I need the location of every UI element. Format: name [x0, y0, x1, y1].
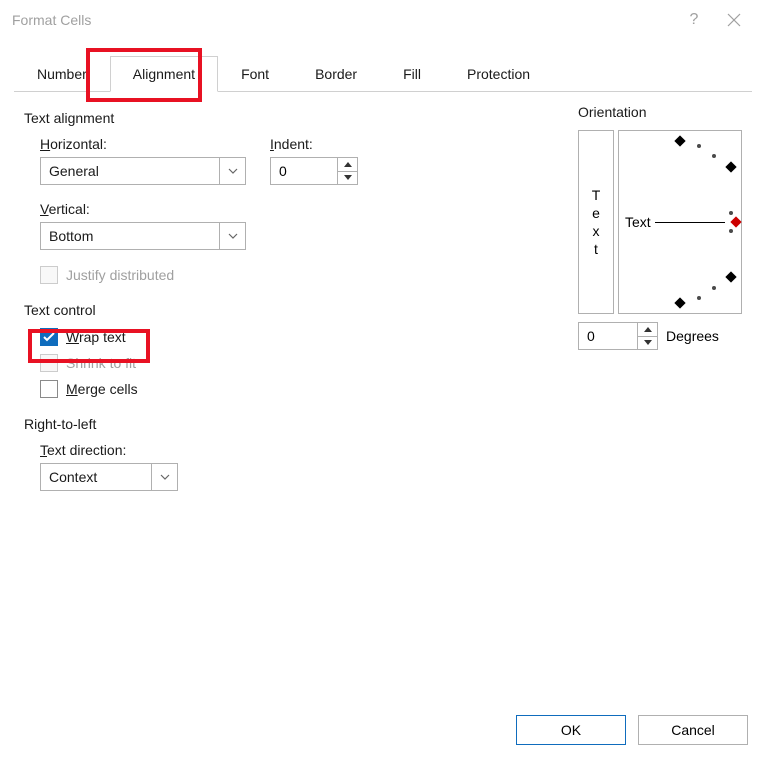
merge-label: Merge cells [66, 381, 138, 397]
vtext-char: t [594, 240, 598, 258]
dial-dot [729, 229, 733, 233]
vertical-text-button[interactable]: T e x t [578, 130, 614, 314]
diamond-icon [674, 297, 685, 308]
degrees-value: 0 [579, 323, 637, 349]
diamond-icon [725, 161, 736, 172]
spinner-buttons [337, 158, 357, 184]
ok-button[interactable]: OK [516, 715, 626, 745]
text-direction-value: Context [41, 469, 151, 485]
indent-spinner[interactable]: 0 [270, 157, 358, 185]
dial-dot [729, 211, 733, 215]
vertical-label: Vertical: [40, 201, 246, 217]
vtext-char: T [592, 186, 601, 204]
tab-border[interactable]: Border [292, 56, 380, 92]
window-title: Format Cells [12, 12, 674, 28]
text-direction-label: Text direction: [40, 442, 178, 458]
dial-dot [712, 286, 716, 290]
spinner-up-icon[interactable] [338, 158, 357, 172]
diamond-icon [725, 271, 736, 282]
dialog-buttons: OK Cancel [516, 715, 748, 745]
tab-fill[interactable]: Fill [380, 56, 444, 92]
horizontal-combo[interactable]: General [40, 157, 246, 185]
tab-protection[interactable]: Protection [444, 56, 553, 92]
dial-line [655, 222, 725, 223]
close-icon [727, 13, 741, 27]
orientation-dial[interactable]: Text [618, 130, 742, 314]
chevron-down-icon [151, 464, 177, 490]
text-direction-combo[interactable]: Context [40, 463, 178, 491]
vertical-combo[interactable]: Bottom [40, 222, 246, 250]
spinner-up-icon[interactable] [638, 323, 657, 337]
checkbox-icon [40, 354, 58, 372]
dial-handle-icon [730, 216, 741, 227]
help-button[interactable]: ? [674, 11, 714, 29]
justify-label: Justify distributed [66, 267, 174, 283]
degrees-spinner[interactable]: 0 [578, 322, 658, 350]
orientation-panel: Orientation T e x t Text [578, 104, 742, 350]
shrink-label: Shrink to fit [66, 355, 136, 371]
dial-text-label: Text [625, 214, 651, 230]
tab-font[interactable]: Font [218, 56, 292, 92]
rtl-heading: Right-to-left [24, 416, 742, 432]
tab-number[interactable]: Number [14, 56, 110, 92]
vtext-char: x [593, 222, 600, 240]
tab-bar: Number Alignment Font Border Fill Protec… [0, 56, 766, 92]
checkbox-icon [40, 380, 58, 398]
indent-value: 0 [271, 158, 337, 184]
vertical-value: Bottom [41, 228, 219, 244]
indent-label: Indent: [270, 136, 358, 152]
vtext-char: e [592, 204, 600, 222]
dial-dot [712, 154, 716, 158]
degrees-row: 0 Degrees [578, 322, 742, 350]
checkbox-icon [40, 266, 58, 284]
merge-cells-checkbox[interactable]: Merge cells [40, 380, 742, 398]
dial-dot [697, 296, 701, 300]
cancel-button[interactable]: Cancel [638, 715, 748, 745]
horizontal-label: Horizontal: [40, 136, 246, 152]
degrees-label: Degrees [666, 328, 719, 344]
chevron-down-icon [219, 158, 245, 184]
tab-alignment[interactable]: Alignment [110, 56, 218, 92]
wrap-text-label: Wrap text [66, 329, 126, 345]
diamond-icon [674, 135, 685, 146]
spinner-down-icon[interactable] [338, 172, 357, 185]
chevron-down-icon [219, 223, 245, 249]
spinner-down-icon[interactable] [638, 337, 657, 350]
titlebar: Format Cells ? [0, 0, 766, 40]
shrink-to-fit-checkbox: Shrink to fit [40, 354, 742, 372]
spinner-buttons [637, 323, 657, 349]
close-button[interactable] [714, 13, 754, 27]
checkbox-checked-icon [40, 328, 58, 346]
content-area: Text alignment Horizontal: General Inden… [0, 92, 766, 515]
dial-dot [697, 144, 701, 148]
orientation-box: T e x t Text [578, 130, 742, 314]
orientation-heading: Orientation [578, 104, 742, 120]
horizontal-value: General [41, 163, 219, 179]
